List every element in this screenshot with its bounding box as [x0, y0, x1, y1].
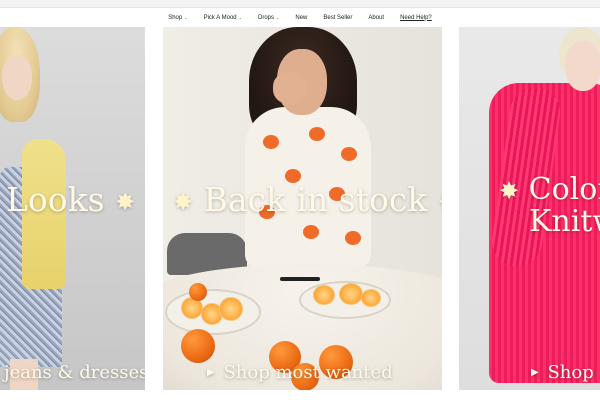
panel-headline-line2: Knitw: [529, 207, 600, 237]
cta-text: Shop: [547, 362, 594, 383]
nav-item-about[interactable]: About: [368, 15, 384, 21]
orange-motif: [341, 147, 357, 161]
sparkle-icon: ✸: [173, 188, 194, 216]
sparkle-icon: ✸: [115, 188, 136, 216]
promo-panel-back-in-stock[interactable]: ✸ Back in stock ✸ ▶ Shop most wanted: [163, 27, 442, 390]
nav-item-shop[interactable]: Shop ⌄: [168, 15, 187, 21]
nav-item-new[interactable]: New: [295, 15, 307, 21]
orange-slice: [313, 285, 335, 305]
chevron-down-icon: ⌄: [184, 15, 188, 20]
panel-headline: ✸ Back in stock ✸: [173, 183, 442, 216]
nav-label: Pick A Mood: [203, 14, 237, 21]
promo-panel-looks[interactable]: Looks ✸ jeans & dresses: [0, 27, 145, 390]
main-nav: Shop ⌄ Pick A Mood ⌄ Drops ⌄ New Best Se…: [0, 9, 600, 26]
model-face: [2, 55, 32, 100]
play-icon: ▶: [531, 367, 539, 378]
play-icon: ▶: [207, 367, 215, 378]
promo-panel-color-knitwear[interactable]: ✸ Color Knitw ▶ Shop: [459, 27, 600, 390]
headline-text: Looks: [6, 180, 105, 219]
orange-motif: [309, 127, 325, 141]
orange-motif: [345, 231, 361, 245]
nav-label: New: [295, 14, 308, 21]
model-hand: [273, 72, 307, 104]
chevron-down-icon: ⌄: [276, 15, 280, 20]
nav-item-need-help[interactable]: Need Help?: [400, 15, 432, 21]
orange-slice: [219, 297, 243, 321]
shop-knitwear-link[interactable]: ▶ Shop: [531, 364, 594, 382]
knife: [280, 277, 320, 281]
nav-label: About: [368, 14, 385, 21]
shop-jeans-dresses-link[interactable]: jeans & dresses: [4, 364, 145, 382]
nav-item-best-seller[interactable]: Best Seller: [323, 15, 352, 21]
orange-motif: [303, 225, 319, 239]
nav-item-drops[interactable]: Drops ⌄: [258, 15, 279, 21]
top-bar: [0, 0, 600, 8]
nav-label: Drops: [257, 14, 274, 21]
model-face: [565, 41, 600, 91]
panel-headline: ✸ Color: [499, 175, 600, 205]
orange: [181, 329, 215, 363]
headline-text: Back in stock: [203, 180, 428, 219]
nav-label: Shop: [168, 14, 183, 21]
sparkle-icon: ✸: [438, 188, 442, 216]
cta-text: Shop most wanted: [223, 362, 393, 383]
orange-slice: [339, 283, 363, 305]
headline-text-line1: Color: [528, 172, 600, 207]
panel-headline: Looks ✸: [6, 183, 135, 216]
chevron-down-icon: ⌄: [238, 15, 242, 20]
shop-most-wanted-link[interactable]: ▶ Shop most wanted: [207, 364, 393, 382]
nav-item-pick-a-mood[interactable]: Pick A Mood ⌄: [204, 15, 242, 21]
sparkle-icon: ✸: [499, 177, 520, 205]
orange-slice: [361, 289, 381, 307]
nav-label: Need Help?: [400, 14, 432, 21]
orange: [189, 283, 207, 301]
headline-text-line2: Knitw: [529, 204, 600, 239]
orange-motif: [263, 135, 279, 149]
cta-text: jeans & dresses: [4, 362, 145, 383]
nav-label: Best Seller: [323, 14, 353, 21]
